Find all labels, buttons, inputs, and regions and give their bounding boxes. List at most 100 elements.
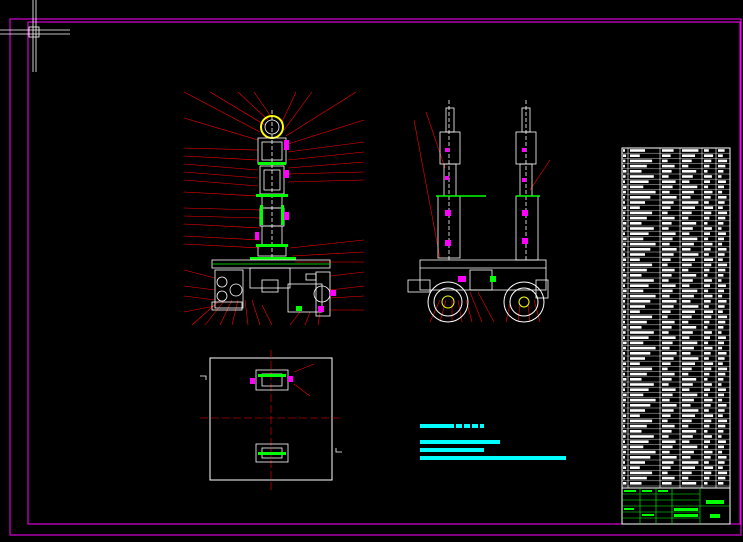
- bom-cell-text: [630, 149, 645, 152]
- bom-cell-text: [682, 331, 693, 334]
- bom-cell-text: [718, 378, 724, 381]
- bom-cell-text: [630, 320, 647, 324]
- bom-cell-text: [662, 331, 669, 334]
- bom-cell-text: [623, 320, 625, 324]
- bom-cell-text: [623, 388, 625, 391]
- bom-cell-text: [704, 357, 709, 360]
- title-block[interactable]: [621, 487, 731, 525]
- bom-cell-text: [662, 237, 673, 241]
- bom-cell-text: [623, 461, 625, 464]
- bom-cell-text: [662, 284, 676, 287]
- technical-requirements[interactable]: [420, 424, 566, 460]
- bom-cell-text: [704, 326, 708, 329]
- bom-cell-text: [623, 279, 626, 282]
- bom-cell-text: [704, 258, 714, 261]
- bom-cell-text: [718, 190, 723, 194]
- bom-cell-text: [704, 414, 714, 417]
- bom-cell-text: [623, 164, 625, 168]
- bom-cell-text: [630, 450, 656, 454]
- front-view[interactable]: [183, 91, 365, 326]
- cad-model-space[interactable]: [0, 0, 743, 538]
- bom-cell-text: [718, 346, 723, 350]
- bom-cell-text: [718, 362, 723, 365]
- bom-cell-text: [682, 482, 697, 485]
- bom-cell-text: [682, 414, 695, 417]
- bom-cell-text: [718, 216, 726, 220]
- bom-cell-text: [682, 211, 692, 215]
- bom-cell-text: [662, 154, 671, 157]
- bom-cell-text: [718, 305, 725, 308]
- bom-cell-text: [662, 388, 676, 391]
- bom-cell-text: [718, 294, 723, 298]
- bom-cell-text: [662, 190, 670, 194]
- bom-cell-text: [662, 170, 672, 173]
- side-view[interactable]: [407, 100, 551, 323]
- bom-cell-text: [630, 180, 649, 183]
- bom-cell-text: [682, 216, 689, 220]
- bom-cell-text: [623, 372, 625, 376]
- bom-cell-text: [662, 466, 671, 469]
- bom-cell-text: [662, 398, 670, 402]
- bom-cell-text: [662, 336, 676, 339]
- bom-cell-text: [623, 300, 626, 303]
- bom-cell-text: [704, 279, 712, 282]
- bom-cell-text: [630, 310, 640, 313]
- bom-cell-text: [682, 289, 698, 293]
- bom-cell-text: [704, 331, 712, 334]
- bom-cell-text: [718, 336, 726, 339]
- bom-cell-text: [662, 419, 668, 423]
- bom-cell-text: [718, 248, 727, 251]
- bom-cell-text: [623, 414, 627, 417]
- bom-cell-text: [662, 164, 675, 168]
- bom-cell-text: [662, 409, 674, 412]
- bom-cell-text: [662, 196, 677, 199]
- bom-cell-text: [623, 274, 627, 277]
- bom-cell-text: [623, 471, 626, 475]
- bom-cell-text: [718, 279, 722, 282]
- bom-cell-text: [662, 367, 668, 371]
- inner-sheet-border: [27, 21, 741, 525]
- bom-cell-text: [623, 284, 625, 287]
- bom-cell-text: [718, 196, 727, 199]
- front-leaders-left: [183, 91, 273, 313]
- bom-cell-text: [630, 362, 640, 365]
- bom-cell-text: [682, 201, 699, 204]
- bom-cell-text: [682, 352, 691, 355]
- bom-cell-text: [682, 320, 689, 324]
- bom-cell-text: [623, 206, 627, 209]
- bill-of-materials[interactable]: [621, 147, 731, 489]
- bom-cell-text: [623, 341, 627, 345]
- bom-cell-text: [718, 430, 724, 433]
- bom-cell-text: [682, 294, 694, 298]
- bom-cell-text: [630, 352, 651, 355]
- bom-cell-text: [682, 440, 690, 443]
- bom-cell-text: [704, 274, 708, 277]
- bom-cell-text: [630, 461, 645, 464]
- bom-cell-text: [662, 248, 677, 251]
- bom-cell-text: [662, 461, 674, 464]
- bom-cell-text: [662, 456, 677, 459]
- bom-cell-text: [662, 383, 669, 386]
- bom-cell-text: [623, 456, 626, 459]
- bom-cell-text: [630, 372, 647, 376]
- bom-cell-text: [623, 175, 626, 178]
- left-wheel-assembly: [211, 269, 244, 311]
- bom-cell-text: [682, 424, 689, 428]
- bom-cell-text: [682, 222, 697, 225]
- bom-cell-text: [662, 393, 673, 397]
- bom-cell-text: [682, 326, 697, 329]
- bom-cell-text: [718, 164, 726, 168]
- bom-cell-text: [718, 159, 728, 163]
- bom-cell-text: [704, 159, 712, 163]
- bom-cell-text: [623, 450, 626, 454]
- bom-cell-text: [718, 466, 723, 469]
- bom-cell-text: [718, 383, 722, 386]
- bom-cell-text: [718, 180, 726, 183]
- bom-cell-text: [630, 346, 656, 350]
- bom-cell-text: [704, 456, 711, 459]
- plan-view[interactable]: [200, 350, 342, 492]
- bom-cell-text: [630, 326, 642, 329]
- bom-cell-text: [623, 201, 625, 204]
- bom-cell-text: [704, 222, 708, 225]
- bom-cell-text: [718, 253, 725, 256]
